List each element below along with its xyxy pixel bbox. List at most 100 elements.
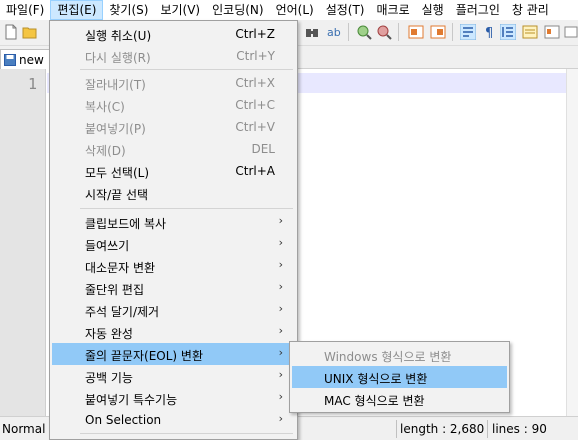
menu-item-begin-end-select[interactable]: 시작/끝 선택 — [52, 182, 295, 204]
menu-item-shortcut: DEL — [251, 142, 275, 156]
zoom-in-icon[interactable] — [356, 24, 372, 40]
menu-item-auto-completion[interactable]: 자동 완성 › — [52, 321, 295, 343]
svg-text:¶: ¶ — [485, 26, 493, 40]
show-all-chars-icon[interactable]: ¶ — [482, 24, 498, 40]
menu-item-indent[interactable]: 들여쓰기 › — [52, 233, 295, 255]
menu-item-label: 줄단위 편집 — [85, 283, 145, 297]
menu-item-select-all[interactable]: 모두 선택(L) Ctrl+A — [52, 160, 295, 182]
menu-item-label: 클립보드에 복사 — [85, 217, 167, 231]
menu-item-delete[interactable]: 삭제(D) DEL — [52, 138, 295, 160]
menu-item-convert-case[interactable]: 대소문자 변환 › — [52, 255, 295, 277]
toolbar-separator — [452, 23, 453, 41]
menu-macro[interactable]: 매크로 — [371, 0, 416, 20]
menu-run[interactable]: 실행 — [416, 0, 450, 20]
menu-item-label: 대소문자 변환 — [85, 261, 156, 275]
menu-item-paste[interactable]: 붙여넣기(P) Ctrl+V — [52, 116, 295, 138]
menu-item-label: 주석 달기/제거 — [85, 305, 160, 319]
vertical-scrollbar[interactable] — [566, 69, 578, 416]
menu-item-label: 들여쓰기 — [85, 239, 130, 253]
menu-item-label: 붙여넣기(P) — [85, 122, 146, 136]
status-length: length : 2,680 — [400, 422, 485, 436]
menu-item-blank-operations[interactable]: 공백 기능 › — [52, 365, 295, 387]
svg-text:ab: ab — [327, 26, 341, 39]
menu-window[interactable]: 창 관리 — [506, 0, 555, 20]
submenu-arrow-icon: › — [278, 280, 283, 293]
menu-item-label: 잘라내기(T) — [85, 78, 146, 92]
menu-item-label: 자동 완성 — [85, 327, 133, 341]
menu-item-label: Windows 형식으로 변환 — [324, 350, 452, 364]
word-wrap-icon[interactable] — [460, 24, 476, 40]
menu-item-paste-special[interactable]: 붙여넣기 특수기능 › — [52, 387, 295, 409]
menu-language[interactable]: 언어(L) — [270, 0, 320, 20]
menu-item-on-selection[interactable]: On Selection › — [52, 409, 295, 431]
menu-item-shortcut: Ctrl+C — [235, 98, 275, 112]
menu-item-line-operations[interactable]: 줄단위 편집 › — [52, 277, 295, 299]
menu-separator — [80, 69, 293, 70]
submenu-arrow-icon: › — [278, 368, 283, 381]
menu-item-cut[interactable]: 잘라내기(T) Ctrl+X — [52, 72, 295, 94]
submenu-arrow-icon: › — [278, 324, 283, 337]
sync-horizontal-icon[interactable] — [430, 24, 446, 40]
tab-label: new — [19, 52, 44, 67]
toolbar-more-icon[interactable] — [563, 24, 578, 40]
menu-item-comment[interactable]: 주석 달기/제거 › — [52, 299, 295, 321]
status-divider — [487, 420, 488, 438]
menu-item-eol-conversion[interactable]: 줄의 끝문자(EOL) 변환 › — [52, 343, 295, 365]
menu-item-label: On Selection — [85, 413, 162, 427]
menu-item-label: 다시 실행(R) — [85, 51, 151, 65]
menu-item-shortcut: Ctrl+A — [235, 164, 275, 178]
submenu-item-mac-eol[interactable]: MAC 형식으로 변환 — [292, 388, 507, 410]
menu-item-shortcut: Ctrl+Y — [236, 49, 275, 63]
open-file-icon[interactable] — [22, 24, 38, 40]
tab-new[interactable]: new — [0, 49, 52, 69]
menu-plugins[interactable]: 플러그인 — [450, 0, 506, 20]
line-number-gutter: 1 — [0, 69, 46, 416]
toolbar-separator — [348, 23, 349, 41]
menu-bar: 파일(F) 편집(E) 찾기(S) 보기(V) 인코딩(N) 언어(L) 설정(… — [0, 0, 578, 20]
menu-settings[interactable]: 설정(T) — [320, 0, 371, 20]
menu-item-label: 삭제(D) — [85, 144, 126, 158]
submenu-item-windows-eol[interactable]: Windows 형식으로 변환 — [292, 344, 507, 366]
status-lines: lines : 90 — [492, 422, 547, 436]
save-icon — [4, 53, 16, 66]
menu-item-label: 실행 취소(U) — [85, 29, 152, 43]
menu-item-label: 모두 선택(L) — [85, 166, 150, 180]
menu-item-label: 줄의 끝문자(EOL) 변환 — [85, 349, 203, 363]
submenu-arrow-icon: › — [278, 236, 283, 249]
submenu-arrow-icon: › — [278, 258, 283, 271]
function-list-icon[interactable] — [544, 24, 560, 40]
submenu-item-unix-eol[interactable]: UNIX 형식으로 변환 — [292, 366, 507, 388]
menu-file[interactable]: 파일(F) — [0, 0, 50, 20]
line-number: 1 — [27, 75, 37, 93]
menu-separator — [80, 433, 293, 434]
submenu-arrow-icon: › — [278, 346, 283, 359]
menu-item-label: UNIX 형식으로 변환 — [324, 372, 428, 386]
menu-search[interactable]: 찾기(S) — [103, 0, 154, 20]
menu-item-label: MAC 형식으로 변환 — [324, 394, 425, 408]
submenu-arrow-icon: › — [278, 214, 283, 227]
menu-item-label: 복사(C) — [85, 100, 125, 114]
menu-encoding[interactable]: 인코딩(N) — [206, 0, 269, 20]
zoom-out-icon[interactable] — [376, 24, 392, 40]
indent-guide-icon[interactable] — [500, 24, 516, 40]
toolbar-separator — [398, 23, 399, 41]
menu-item-undo[interactable]: 실행 취소(U) Ctrl+Z — [52, 23, 295, 45]
menu-item-copy[interactable]: 복사(C) Ctrl+C — [52, 94, 295, 116]
edit-menu-dropdown: 실행 취소(U) Ctrl+Z 다시 실행(R) Ctrl+Y 잘라내기(T) … — [49, 20, 298, 440]
doc-map-icon[interactable] — [522, 24, 538, 40]
menu-view[interactable]: 보기(V) — [154, 0, 206, 20]
menu-separator — [80, 208, 293, 209]
menu-item-label: 붙여넣기 특수기능 — [85, 393, 178, 407]
menu-item-shortcut: Ctrl+X — [235, 76, 275, 90]
new-file-icon[interactable] — [3, 24, 19, 40]
menu-item-shortcut: Ctrl+Z — [235, 27, 275, 41]
menu-item-redo[interactable]: 다시 실행(R) Ctrl+Y — [52, 45, 295, 67]
menu-item-copy-to-clipboard[interactable]: 클립보드에 복사 › — [52, 211, 295, 233]
menu-item-label: 시작/끝 선택 — [85, 188, 149, 202]
menu-edit[interactable]: 편집(E) — [50, 0, 104, 20]
submenu-arrow-icon: › — [278, 412, 283, 425]
replace-icon[interactable]: ab — [326, 24, 342, 40]
submenu-arrow-icon: › — [278, 390, 283, 403]
sync-vertical-icon[interactable] — [408, 24, 424, 40]
find-icon[interactable] — [304, 24, 320, 40]
